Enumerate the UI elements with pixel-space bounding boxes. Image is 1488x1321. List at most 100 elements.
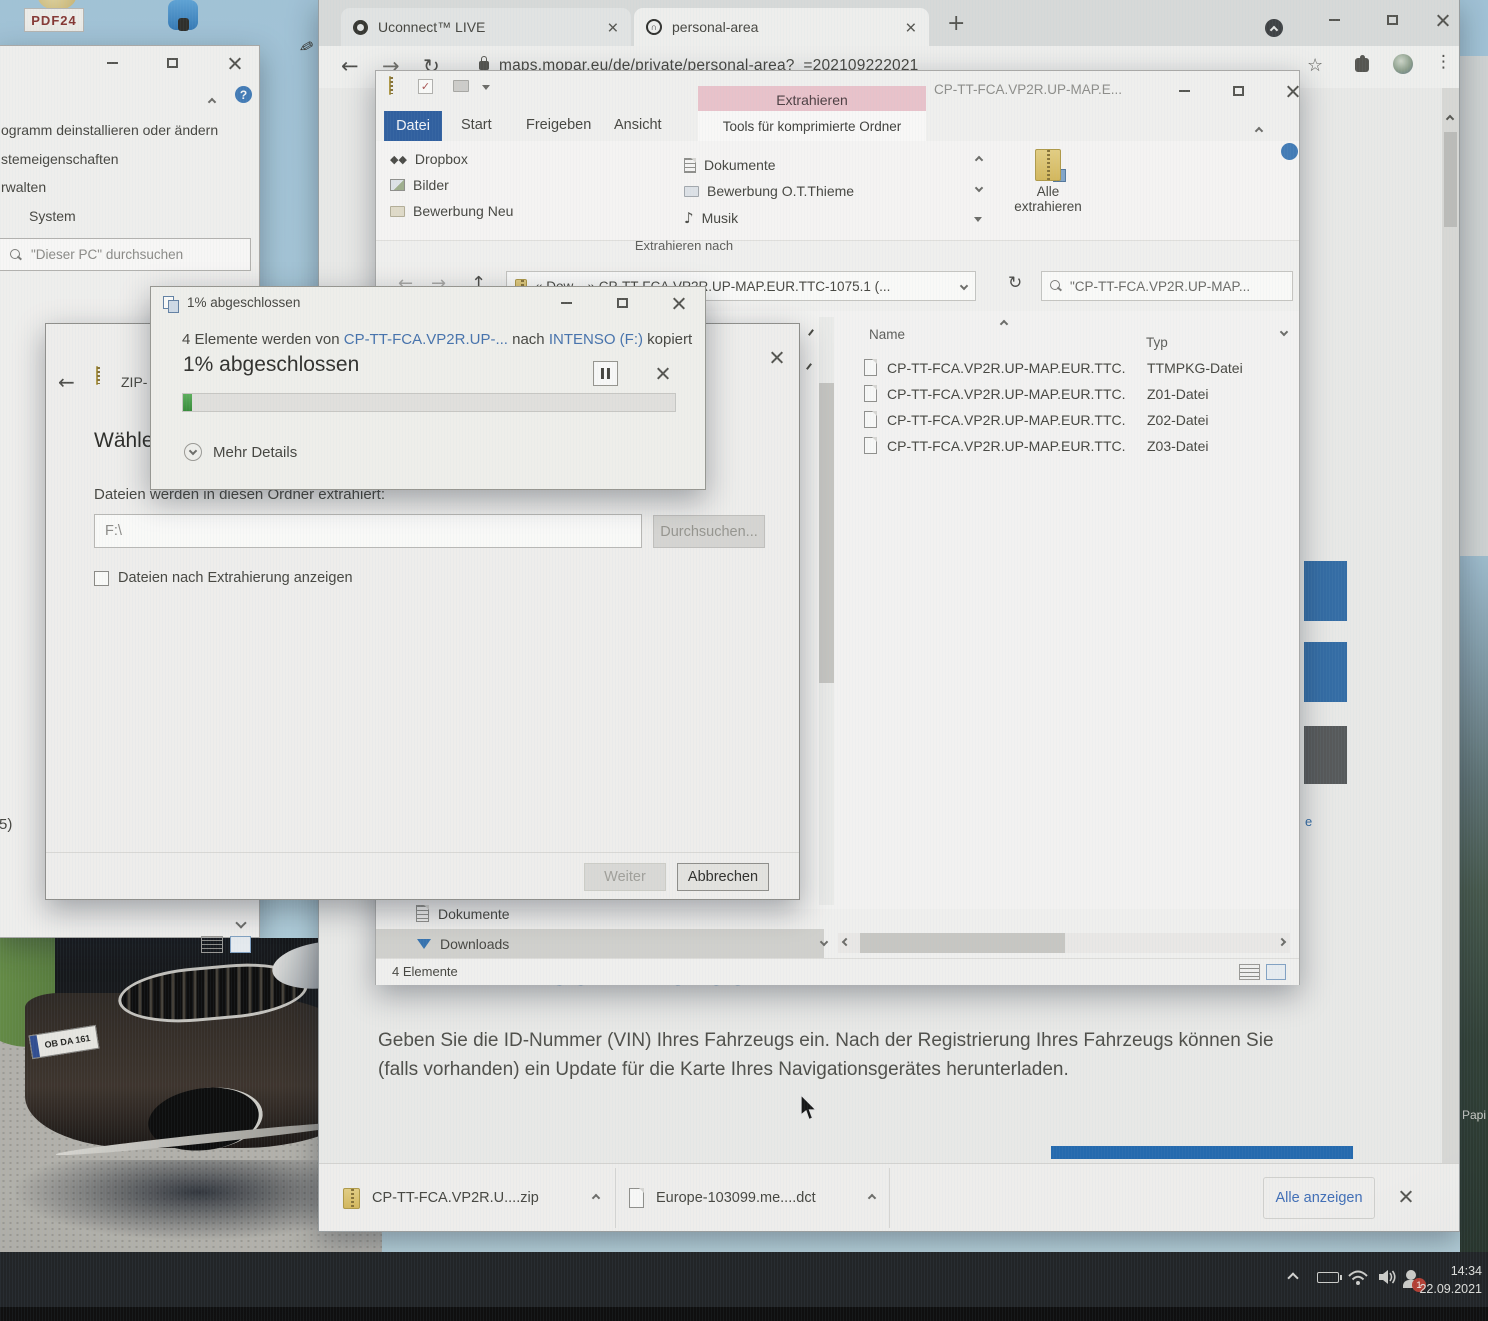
tab-close-icon[interactable] <box>906 22 915 31</box>
minimize-icon[interactable] <box>1169 80 1199 102</box>
close-icon[interactable] <box>1427 9 1457 31</box>
explorer-search-box[interactable]: "CP-TT-FCA.VP2R.UP-MAP... <box>1041 271 1293 301</box>
column-header-typ[interactable]: Typ <box>1146 335 1168 350</box>
horizontal-scrollbar[interactable] <box>838 933 1290 953</box>
menu-item-uninstall[interactable]: ogramm deinstallieren oder ändern <box>1 122 218 138</box>
dest-bilder[interactable]: Bilder <box>390 177 449 193</box>
chrome-update-icon[interactable] <box>1265 19 1283 37</box>
site-button-dark[interactable] <box>1304 726 1347 784</box>
scroll-left-icon[interactable] <box>842 938 850 946</box>
menu-item-manage[interactable]: rwalten <box>1 179 46 195</box>
dest-bewerbung-thieme[interactable]: Bewerbung O.T.Thieme <box>684 183 854 199</box>
dest-musik[interactable]: ♪ Musik <box>684 209 738 227</box>
site-button-blue-1[interactable] <box>1304 561 1347 621</box>
menu-item-systemprops[interactable]: stemeigenschaften <box>1 151 119 167</box>
tab-datei[interactable]: Datei <box>384 111 442 141</box>
gallery-more-icon[interactable] <box>974 217 982 222</box>
tab-personal-area[interactable]: ∩ personal-area <box>634 8 929 46</box>
thumbnail-view-icon[interactable] <box>230 936 251 953</box>
menu-dots-icon[interactable]: ⋮ <box>1435 52 1452 72</box>
tab-freigeben[interactable]: Freigeben <box>526 117 591 133</box>
statusbar-details-view-icon[interactable] <box>1239 964 1260 980</box>
site-button-blue-2[interactable] <box>1304 642 1347 702</box>
scroll-right-icon[interactable] <box>1278 938 1286 946</box>
dest-dropbox[interactable]: ◆◆ Dropbox <box>390 151 468 167</box>
bookmark-star-icon[interactable]: ☆ <box>1307 55 1323 76</box>
minimize-icon[interactable] <box>551 292 581 314</box>
qat-check-icon[interactable]: ✓ <box>418 79 433 94</box>
extract-path-input[interactable]: F:\ <box>94 514 642 548</box>
alle-extrahieren-button[interactable]: Alle extrahieren <box>1004 145 1092 237</box>
tab-start[interactable]: Start <box>461 117 492 133</box>
minimize-icon[interactable] <box>97 52 127 74</box>
file-row[interactable]: CP-TT-FCA.VP2R.UP-MAP.EUR.TTC... Z02-Dat… <box>864 411 1208 428</box>
menu-item-system[interactable]: System <box>29 208 76 224</box>
column-menu-icon[interactable] <box>1280 328 1288 336</box>
minimize-icon[interactable] <box>1319 9 1349 31</box>
gallery-scroll-down-icon[interactable] <box>975 184 983 192</box>
maximize-icon[interactable] <box>1223 80 1253 102</box>
qat-customize-icon[interactable] <box>482 85 490 90</box>
show-all-button[interactable]: Alle anzeigen <box>1263 1177 1375 1219</box>
wizard-back-icon[interactable]: ← <box>58 370 75 394</box>
breadcrumb-dropdown-icon[interactable] <box>960 282 968 290</box>
close-icon[interactable] <box>663 292 693 314</box>
details-view-icon[interactable] <box>201 936 223 953</box>
browser-scrollbar[interactable] <box>1442 88 1459 1163</box>
maximize-icon[interactable] <box>1377 9 1407 31</box>
statusbar-thumbnail-view-icon[interactable] <box>1266 964 1286 980</box>
tray-overflow-icon[interactable] <box>1287 1272 1298 1283</box>
close-icon[interactable] <box>219 52 249 74</box>
wifi-icon[interactable] <box>1347 1268 1369 1286</box>
download-item-zip[interactable]: CP-TT-FCA.VP2R.U....zip <box>333 1174 609 1222</box>
help-icon[interactable] <box>1281 143 1298 160</box>
extensions-puzzle-icon[interactable] <box>1355 58 1369 72</box>
qat-folder-icon[interactable] <box>453 80 469 92</box>
browse-button[interactable]: Durchsuchen... <box>653 515 765 548</box>
dest-bewerbung-neu[interactable]: Bewerbung Neu <box>390 203 513 219</box>
navpane-scrollbar[interactable] <box>819 317 834 905</box>
tab-uconnect[interactable]: Uconnect™ LIVE <box>341 8 631 46</box>
scroll-down-icon[interactable] <box>237 914 245 932</box>
close-icon[interactable] <box>1277 80 1307 102</box>
file-row[interactable]: CP-TT-FCA.VP2R.UP-MAP.EUR.TTC... TTMPKG-… <box>864 359 1243 376</box>
maximize-icon[interactable] <box>607 292 637 314</box>
gallery-scroll-up-icon[interactable] <box>975 156 983 164</box>
maximize-icon[interactable] <box>157 52 187 74</box>
speaker-icon[interactable] <box>1377 1268 1397 1286</box>
tab-tools-komprimierte-ordner[interactable]: Tools für komprimierte Ordner <box>698 111 926 141</box>
cancel-button[interactable]: Abbrechen <box>677 863 769 891</box>
tab-close-icon[interactable] <box>608 22 617 31</box>
next-button[interactable]: Weiter <box>584 863 666 891</box>
back-icon[interactable]: ← <box>341 54 359 78</box>
download-expand-icon[interactable] <box>868 1194 876 1202</box>
close-icon[interactable] <box>761 346 791 368</box>
dest-dokumente[interactable]: Dokumente <box>684 157 776 173</box>
taskbar-clock[interactable]: 14:34 22.09.2021 <box>1414 1262 1482 1298</box>
desktop-icon-pdf24[interactable]: PDF24 <box>24 0 84 34</box>
search-this-pc-input[interactable]: "Dieser PC" durchsuchen <box>0 238 251 271</box>
new-tab-icon[interactable]: + <box>947 11 965 36</box>
profile-avatar[interactable] <box>1393 54 1413 74</box>
scrollbar-thumb[interactable] <box>1444 132 1457 227</box>
left-window-titlebar[interactable] <box>0 46 259 80</box>
help-icon[interactable]: ? <box>235 86 252 103</box>
navpane-downloads[interactable]: Downloads <box>376 929 824 958</box>
navpane-dokumente[interactable]: Dokumente <box>416 905 510 922</box>
file-row[interactable]: CP-TT-FCA.VP2R.UP-MAP.EUR.TTC... Z01-Dat… <box>864 385 1208 402</box>
hscrollbar-thumb[interactable] <box>860 933 1065 953</box>
battery-icon[interactable] <box>1317 1272 1339 1283</box>
file-row[interactable]: CP-TT-FCA.VP2R.UP-MAP.EUR.TTC... Z03-Dat… <box>864 437 1208 454</box>
scrollbar-up-icon[interactable] <box>1446 115 1454 123</box>
pause-button[interactable] <box>593 361 618 386</box>
download-item-dct[interactable]: Europe-103099.me....dct <box>619 1174 885 1222</box>
column-header-name[interactable]: Name <box>869 327 905 342</box>
refresh-icon[interactable]: ↻ <box>1008 273 1022 293</box>
ribbon-collapse-icon[interactable] <box>1256 121 1262 139</box>
copy-dialog-titlebar[interactable]: 1% abgeschlossen <box>151 287 705 319</box>
tab-ansicht[interactable]: Ansicht <box>614 117 662 133</box>
show-files-checkbox[interactable]: Dateien nach Extrahierung anzeigen <box>94 570 353 586</box>
more-details-toggle[interactable]: Mehr Details <box>184 443 297 461</box>
download-expand-icon[interactable] <box>592 1194 600 1202</box>
ribbon-collapse-icon[interactable] <box>209 92 215 110</box>
